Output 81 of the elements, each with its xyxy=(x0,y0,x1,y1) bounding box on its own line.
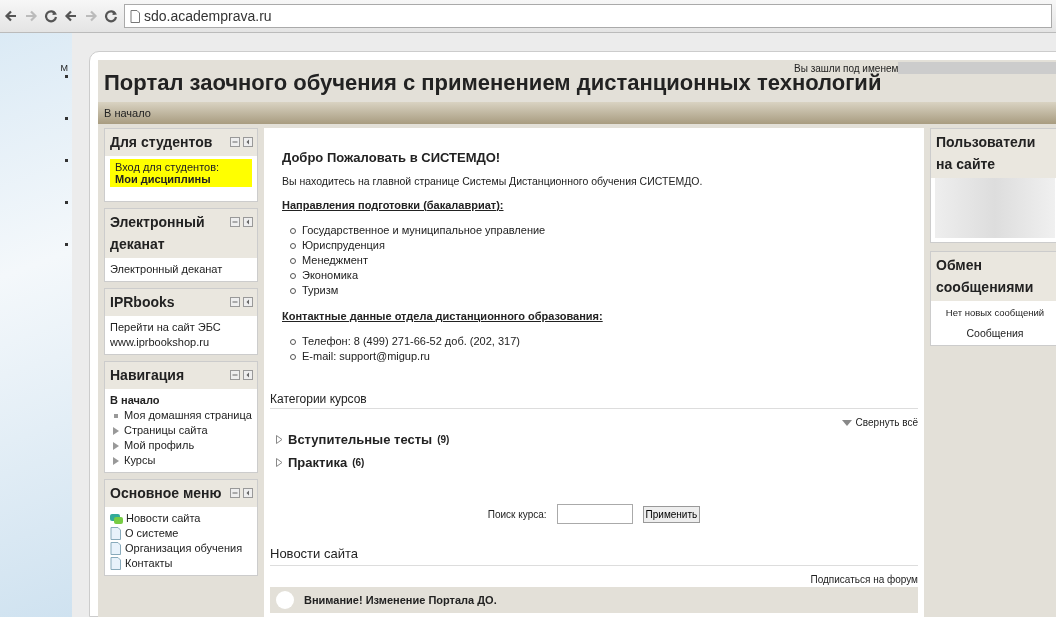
nav-item[interactable]: Моя домашняя страница xyxy=(124,408,252,423)
document-icon[interactable] xyxy=(110,542,122,555)
back-arrow-icon[interactable] xyxy=(64,9,78,23)
menu-item[interactable]: О системе xyxy=(125,526,179,541)
address-bar[interactable]: sdo.academprava.ru xyxy=(124,4,1052,28)
menu-item[interactable]: Организация обучения xyxy=(125,541,243,556)
search-label: Поиск курса: xyxy=(487,508,547,520)
square-bullet-icon[interactable] xyxy=(113,412,119,419)
intro-text: Вы находитесь на главной странице Системы Дистанционного обучения СИСТЕМДО. xyxy=(282,175,704,187)
forward-arrow-icon[interactable] xyxy=(24,9,38,23)
section-heading: Направления подготовки (бакалавриат): xyxy=(282,199,505,211)
block-title: Для студентов xyxy=(110,133,213,152)
block-text[interactable]: Перейти на сайт ЭБС xyxy=(110,320,252,335)
minimize-icon[interactable] xyxy=(230,137,240,147)
bullet-icon xyxy=(65,117,68,120)
document-icon[interactable] xyxy=(110,527,122,540)
list-item: E-mail: support@migup.ru xyxy=(302,349,430,364)
bullet-icon xyxy=(65,201,68,204)
collapsed-triangle-icon[interactable] xyxy=(276,435,283,444)
back-arrow-icon[interactable] xyxy=(4,9,18,23)
minimize-icon[interactable] xyxy=(230,488,240,498)
apply-button[interactable]: Применить xyxy=(642,505,701,523)
menu-item[interactable]: Новости сайта xyxy=(126,511,201,526)
news-heading: Новости сайта xyxy=(270,544,918,566)
bullet-icon xyxy=(65,75,68,78)
breadcrumb-link[interactable]: В начало xyxy=(104,107,151,119)
block-title: Электронный деканат xyxy=(110,213,206,254)
block-link[interactable]: Сообщения xyxy=(936,326,1054,341)
category-link[interactable]: Вступительные тесты xyxy=(288,432,433,447)
nav-item[interactable]: Мой профиль xyxy=(124,438,195,453)
list-item: Туризм xyxy=(302,283,339,298)
search-field[interactable] xyxy=(556,504,633,524)
bullet-icon xyxy=(65,243,68,246)
category-count: (9) xyxy=(437,434,450,445)
bullet-icon xyxy=(65,159,68,162)
menu-item[interactable]: Контакты xyxy=(125,556,173,571)
block-link[interactable]: Мои дисциплины xyxy=(115,173,247,185)
reload-icon[interactable] xyxy=(104,9,118,23)
block-title: Навигация xyxy=(110,366,185,385)
collapsed-triangle-icon[interactable] xyxy=(276,458,283,467)
nav-item[interactable]: Страницы сайта xyxy=(124,423,208,438)
block-title: Пользователи на сайте xyxy=(936,133,1037,174)
block-text: Нет новых сообщений xyxy=(944,306,1046,320)
list-item: Юриспруденция xyxy=(302,238,385,253)
page-icon[interactable] xyxy=(130,9,140,23)
login-text: Вы зашли под именем xyxy=(794,62,899,74)
dock-icon[interactable] xyxy=(243,488,253,498)
speech-bubble-icon[interactable] xyxy=(110,512,123,525)
list-item: Государственное и муниципальное управление xyxy=(302,223,546,238)
block-title: IPRbooks xyxy=(110,293,175,312)
nav-item[interactable]: Курсы xyxy=(124,453,156,468)
section-heading: Контактные данные отдела дистанционного образования: xyxy=(282,310,604,322)
dock-icon[interactable] xyxy=(243,370,253,380)
dock-icon[interactable] xyxy=(243,137,253,147)
news-title[interactable]: Внимание! Изменение Портала ДО. xyxy=(304,594,497,606)
list-item: Экономика xyxy=(302,268,359,283)
welcome-heading: Добро Пожаловать в СИСТЕМДО! xyxy=(282,150,502,165)
collapse-all-link[interactable]: Свернуть всё xyxy=(855,417,918,428)
dock-icon[interactable] xyxy=(243,217,253,227)
strip-text: М xyxy=(60,63,68,73)
block-title: Основное меню xyxy=(110,484,222,503)
categories-heading: Категории курсов xyxy=(270,386,918,409)
dock-icon[interactable] xyxy=(243,297,253,307)
forward-arrow-icon[interactable] xyxy=(84,9,98,23)
category-count: (6) xyxy=(352,457,365,468)
collapse-triangle-icon[interactable] xyxy=(841,419,852,426)
nav-home-link[interactable]: В начало xyxy=(110,393,252,408)
block-text[interactable]: Электронный деканат xyxy=(110,262,252,277)
minimize-icon[interactable] xyxy=(230,217,240,227)
minimize-icon[interactable] xyxy=(230,370,240,380)
list-item: Телефон: 8 (499) 271-66-52 доб. (202, 317) xyxy=(302,334,520,349)
block-text[interactable]: www.iprbookshop.ru xyxy=(110,335,252,350)
document-icon[interactable] xyxy=(110,557,122,570)
minimize-icon[interactable] xyxy=(230,297,240,307)
subscribe-link[interactable]: Подписаться на форум xyxy=(270,574,918,585)
list-item: Менеджмент xyxy=(302,253,368,268)
block-title: Обмен сообщениями xyxy=(936,256,1035,297)
reload-icon[interactable] xyxy=(44,9,58,23)
block-text: Вход для студентов: xyxy=(115,161,221,173)
avatar-icon xyxy=(276,591,294,609)
category-link[interactable]: Практика xyxy=(288,455,348,470)
